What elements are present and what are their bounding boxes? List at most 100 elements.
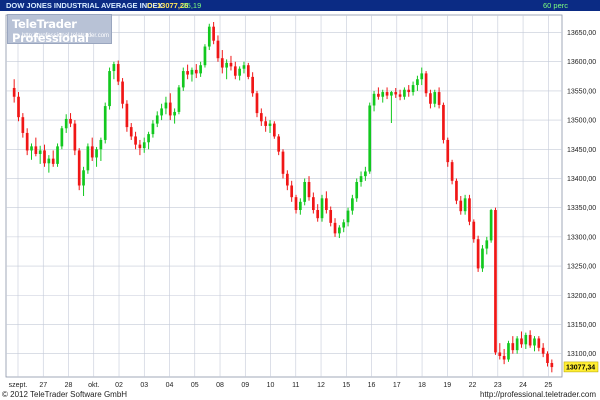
chart-title-bar: DOW JONES INDUSTRIAL AVERAGE INDEX C: 13… (0, 0, 600, 11)
candle-body (186, 71, 189, 75)
y-tick-label: 13100,00 (567, 351, 596, 358)
candle-body (38, 150, 42, 154)
y-tick-label: 13150,00 (567, 322, 596, 329)
x-tick-label: 09 (241, 382, 249, 389)
candle-body (511, 343, 515, 351)
candle-body (359, 176, 363, 182)
candle-body (181, 71, 185, 88)
candle-body (385, 92, 389, 96)
candle-body (546, 353, 549, 363)
candle-body (528, 334, 532, 346)
candle-body (307, 181, 311, 198)
candle-body (281, 151, 285, 174)
candle-body (355, 181, 359, 199)
candle-body (541, 347, 545, 354)
candle-body (56, 146, 59, 164)
candle-body (351, 198, 354, 211)
candle-body (259, 113, 263, 122)
candle-body (272, 123, 276, 137)
candle-body (30, 146, 33, 151)
candle-body (12, 87, 16, 97)
plot-area (5, 14, 563, 378)
candle-body (398, 94, 402, 97)
candle-body (429, 93, 432, 104)
x-tick-label: 17 (393, 382, 401, 389)
candle-body (25, 132, 29, 151)
candle-body (502, 355, 506, 360)
candle-body (134, 136, 137, 145)
x-tick-label: 15 (342, 382, 350, 389)
footer-link[interactable]: http://professional.teletrader.com (480, 390, 596, 399)
candle-body (233, 66, 237, 76)
candle-body (125, 103, 129, 128)
candle-body (129, 127, 133, 137)
x-tick-label: 04 (166, 382, 174, 389)
candle-body (108, 71, 111, 107)
x-tick-label: 24 (519, 382, 527, 389)
candle-body (60, 128, 64, 147)
candle-body (520, 338, 523, 345)
y-tick-label: 13600,00 (567, 59, 596, 66)
copyright-text: © 2012 TeleTrader Software GmbH (2, 390, 128, 399)
candle-body (325, 198, 328, 211)
candle-body (147, 134, 150, 143)
candle-body (424, 73, 428, 94)
candle-body (95, 149, 98, 158)
candle-body (377, 93, 380, 97)
candle-body (220, 58, 224, 68)
candle-body (442, 104, 445, 140)
candle-body (294, 197, 298, 211)
candle-body (550, 362, 554, 368)
candle-body (498, 352, 502, 356)
candle-body (494, 210, 497, 353)
candle-body (303, 181, 307, 202)
candle-body (481, 248, 484, 269)
candle-body (533, 338, 536, 346)
candle-body (468, 198, 471, 222)
candle-body (420, 73, 424, 80)
x-tick-label: 22 (469, 382, 477, 389)
candle-body (43, 150, 46, 164)
x-tick-label: 27 (39, 382, 47, 389)
candle-body (312, 197, 315, 211)
candle-body (333, 222, 337, 234)
candle-body (342, 222, 346, 228)
candle-body (403, 89, 406, 97)
candle-body (216, 40, 220, 59)
candle-body (207, 26, 211, 47)
candle-body (455, 180, 458, 201)
candle-body (177, 87, 181, 112)
candle-body (203, 46, 207, 66)
candle-body (225, 62, 228, 68)
candle-body (73, 123, 77, 151)
candle-body (507, 343, 510, 360)
candle-body (407, 89, 411, 93)
candle-body (433, 92, 437, 104)
logo-name: TeleTrader Professional (12, 17, 89, 45)
candle-body (472, 221, 476, 240)
x-tick-label: 02 (115, 382, 123, 389)
candle-body (298, 201, 302, 211)
candle-body (160, 108, 163, 116)
candle-body (90, 146, 94, 158)
x-tick-label: okt. (88, 382, 99, 389)
candle-body (251, 76, 254, 94)
candle-body (437, 92, 441, 105)
candle-body (368, 105, 372, 172)
candle-body (255, 93, 259, 114)
candle-body (416, 79, 419, 86)
candle-body (264, 121, 268, 126)
x-tick-label: 11 (292, 382, 299, 389)
candle-body (212, 26, 215, 41)
x-tick-label: 08 (216, 382, 224, 389)
price-change-label: -25,19 (180, 1, 202, 10)
last-price-marker-label: 13077,34 (566, 364, 595, 371)
candle-body (316, 210, 320, 219)
candle-body (489, 210, 493, 241)
candle-body (112, 64, 116, 72)
candlestick-chart[interactable]: szept. 27 28 okt. 02 03 04 05 08 09 10 11 12 15 16 17 18… (0, 11, 600, 390)
candle-body (238, 68, 241, 76)
y-tick-label: 13500,00 (567, 118, 596, 125)
candle-body (155, 115, 159, 124)
candle-body (142, 142, 146, 149)
